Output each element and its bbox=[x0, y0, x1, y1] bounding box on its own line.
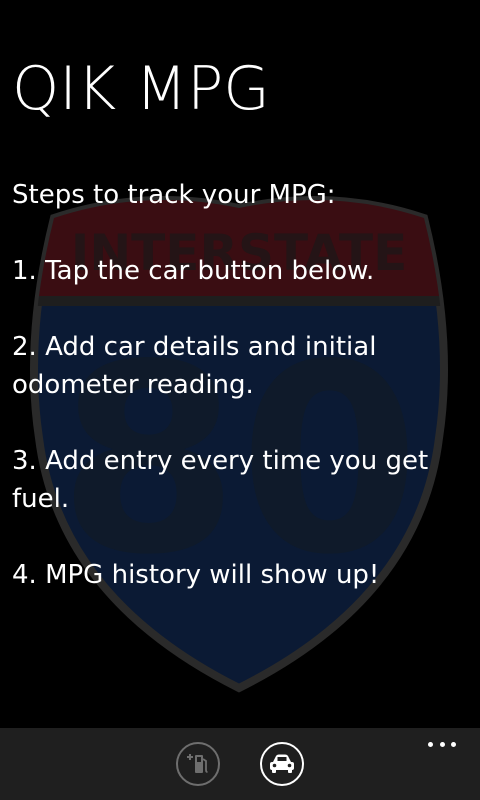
step-item-2: 2. Add car details and initial odometer … bbox=[12, 332, 377, 400]
step-item-4: 4. MPG history will show up! bbox=[12, 560, 380, 590]
application-bar bbox=[0, 728, 480, 800]
steps-instructions: Steps to track your MPG: 1. Tap the car … bbox=[12, 176, 468, 632]
add-car-button[interactable] bbox=[260, 742, 304, 786]
fuel-pump-add-icon bbox=[187, 754, 208, 773]
steps-heading: Steps to track your MPG: bbox=[12, 180, 336, 210]
ellipsis-icon[interactable] bbox=[428, 738, 456, 750]
main-content: QIK MPG Steps to track your MPG: 1. Tap … bbox=[0, 0, 480, 728]
step-item-1: 1. Tap the car button below. bbox=[12, 256, 375, 286]
car-icon bbox=[270, 754, 294, 773]
add-fuel-button[interactable] bbox=[176, 742, 220, 786]
app-title: QIK MPG bbox=[12, 54, 270, 124]
step-item-3: 3. Add entry every time you get fuel. bbox=[12, 446, 429, 514]
